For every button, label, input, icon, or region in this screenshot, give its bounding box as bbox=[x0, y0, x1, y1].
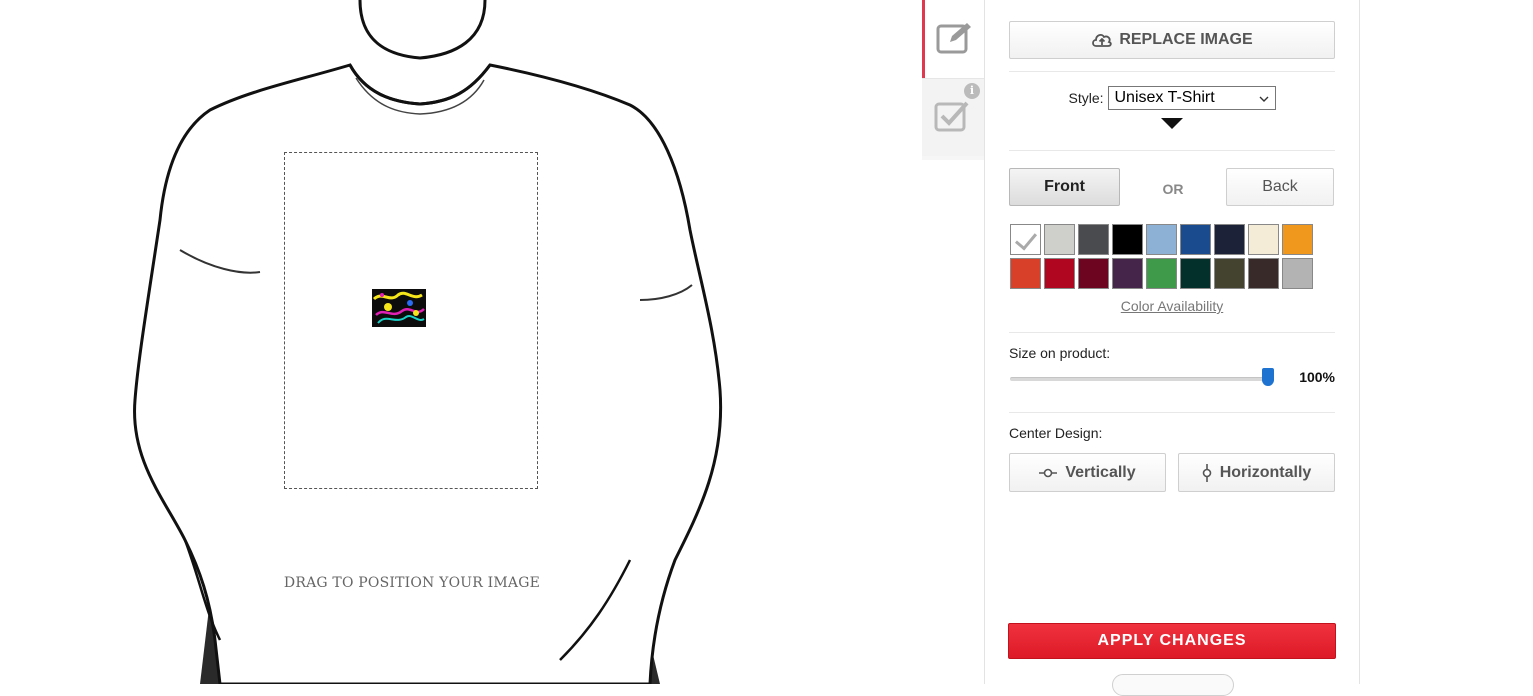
or-label: OR bbox=[1162, 181, 1184, 197]
color-swatch-chocolate[interactable] bbox=[1248, 258, 1279, 289]
chevron-down-icon bbox=[1259, 89, 1269, 107]
color-swatch-forest[interactable] bbox=[1180, 258, 1211, 289]
front-button[interactable]: Front bbox=[1009, 168, 1120, 206]
color-swatch-black[interactable] bbox=[1112, 224, 1143, 255]
size-value: 100% bbox=[1299, 369, 1335, 385]
drag-hint: DRAG TO POSITION YOUR IMAGE bbox=[283, 575, 541, 591]
style-select[interactable]: Unisex T-Shirt bbox=[1107, 86, 1276, 110]
replace-image-label: REPLACE IMAGE bbox=[1119, 31, 1253, 48]
checkbox-icon bbox=[934, 98, 972, 137]
color-swatch-purple[interactable] bbox=[1112, 258, 1143, 289]
color-swatch-orange[interactable] bbox=[1282, 224, 1313, 255]
color-swatch-olive[interactable] bbox=[1214, 258, 1245, 289]
size-label: Size on product: bbox=[1009, 345, 1111, 361]
size-slider-track[interactable] bbox=[1010, 377, 1268, 381]
color-swatch-navy[interactable] bbox=[1214, 224, 1245, 255]
color-availability-link[interactable]: Color Availability bbox=[1009, 298, 1335, 314]
tab-edit[interactable] bbox=[922, 0, 984, 78]
center-horizontal-icon bbox=[1202, 463, 1212, 482]
style-select-value: Unisex T-Shirt bbox=[1114, 89, 1215, 106]
color-swatches bbox=[1010, 224, 1320, 289]
color-swatch-silver[interactable] bbox=[1044, 224, 1075, 255]
secondary-button[interactable] bbox=[1112, 674, 1234, 696]
center-design-label: Center Design: bbox=[1009, 425, 1103, 441]
caret-down-icon bbox=[1161, 118, 1183, 129]
vertically-label: Vertically bbox=[1065, 463, 1136, 481]
divider bbox=[1009, 412, 1335, 413]
color-swatch-red-orange[interactable] bbox=[1010, 258, 1041, 289]
style-label: Style: bbox=[1068, 90, 1104, 106]
color-swatch-red[interactable] bbox=[1044, 258, 1075, 289]
tab-review[interactable]: i bbox=[922, 78, 984, 156]
design-image[interactable] bbox=[372, 289, 426, 327]
replace-image-button[interactable]: REPLACE IMAGE bbox=[1009, 21, 1335, 59]
center-vertical-icon bbox=[1039, 468, 1058, 478]
color-swatch-white[interactable] bbox=[1010, 224, 1041, 255]
divider bbox=[1009, 150, 1335, 151]
color-swatch-cream[interactable] bbox=[1248, 224, 1279, 255]
product-preview: DRAG TO POSITION YOUR IMAGE bbox=[0, 0, 922, 684]
center-horizontally-button[interactable]: Horizontally bbox=[1178, 453, 1335, 492]
divider bbox=[1009, 332, 1335, 333]
color-swatch-light-blue[interactable] bbox=[1146, 224, 1177, 255]
center-vertically-button[interactable]: Vertically bbox=[1009, 453, 1166, 492]
color-swatch-green[interactable] bbox=[1146, 258, 1177, 289]
apply-changes-button[interactable]: APPLY CHANGES bbox=[1008, 623, 1336, 659]
size-slider-handle[interactable] bbox=[1262, 368, 1274, 386]
horizontally-label: Horizontally bbox=[1219, 463, 1312, 481]
color-swatch-charcoal[interactable] bbox=[1078, 224, 1109, 255]
cloud-upload-icon bbox=[1091, 32, 1113, 48]
customize-panel: REPLACE IMAGE Style: Unisex T-Shirt Fron… bbox=[984, 0, 1360, 696]
back-button[interactable]: Back bbox=[1226, 168, 1334, 206]
pencil-square-icon bbox=[936, 20, 974, 59]
style-row: Style: Unisex T-Shirt bbox=[1009, 86, 1335, 110]
color-swatch-heather-grey[interactable] bbox=[1282, 258, 1313, 289]
color-swatch-royal-blue[interactable] bbox=[1180, 224, 1211, 255]
side-tabs: i bbox=[922, 0, 984, 160]
divider bbox=[1009, 71, 1335, 72]
color-swatch-maroon[interactable] bbox=[1078, 258, 1109, 289]
info-icon[interactable]: i bbox=[964, 83, 980, 99]
